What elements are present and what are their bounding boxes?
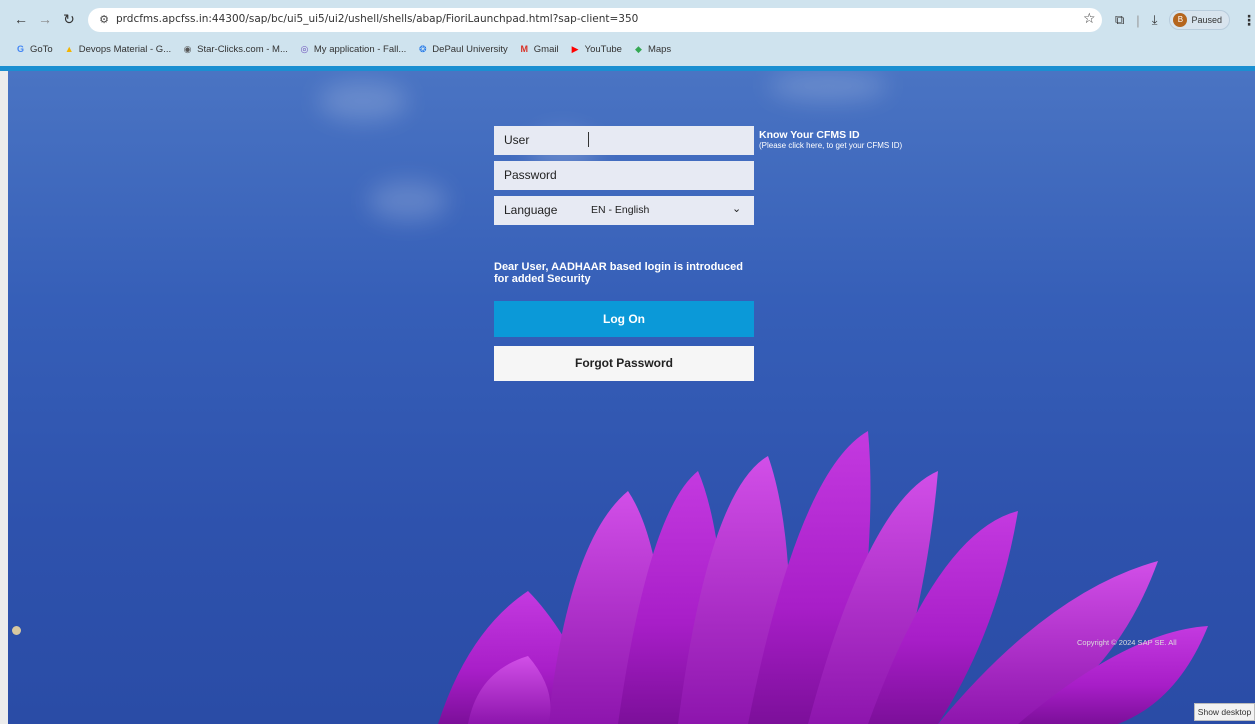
google-icon: G <box>16 43 24 54</box>
back-arrow-icon[interactable]: ← <box>12 10 30 28</box>
browser-chrome: ← → ↻ ⚙ prdcfms.apcfss.in:44300/sap/bc/u… <box>0 0 1255 66</box>
site-settings-icon[interactable]: ⚙ <box>96 12 112 28</box>
toolbar-divider: | <box>1136 12 1140 28</box>
left-gutter <box>0 71 8 724</box>
youtube-icon: ▶ <box>571 43 579 54</box>
bookmark-label: My application - Fall... <box>313 43 407 55</box>
paused-label: Paused <box>1191 15 1222 25</box>
bookmark-item[interactable]: ▶ YouTube <box>570 44 622 55</box>
bookmark-item[interactable]: ◆ Maps <box>633 44 671 55</box>
forward-arrow-icon[interactable]: → <box>36 10 54 28</box>
language-select[interactable]: Language EN - English ⌄ <box>494 196 754 225</box>
profile-paused-button[interactable]: B Paused <box>1169 10 1230 30</box>
url-bar[interactable]: ⚙ prdcfms.apcfss.in:44300/sap/bc/ui5_ui5… <box>88 8 1102 32</box>
password-field[interactable]: Password <box>494 161 754 190</box>
copyright-text: Copyright © 2024 SAP SE. All <box>1077 638 1177 647</box>
aadhaar-notice: Dear User, AADHAAR based login is introd… <box>494 261 743 285</box>
password-label: Password <box>504 168 557 182</box>
show-desktop-button[interactable]: Show desktop <box>1194 703 1255 721</box>
maps-icon: ◆ <box>634 43 642 54</box>
settings-dot-icon[interactable] <box>12 626 21 635</box>
bookmark-label: Star-Clicks.com - M... <box>197 43 288 55</box>
download-icon[interactable]: ⤓ <box>1152 12 1158 28</box>
bookmark-label: DePaul University <box>432 43 508 55</box>
chevron-down-icon[interactable]: ⌄ <box>732 202 741 215</box>
user-label: User <box>504 133 530 147</box>
user-field[interactable]: User <box>494 126 754 155</box>
know-cfms-id-subtitle[interactable]: (Please click here, to get your CFMS ID) <box>759 141 902 150</box>
drive-icon: ▲ <box>64 43 74 54</box>
bookmark-item[interactable]: ▲ Devops Material - G... <box>64 44 171 55</box>
bookmark-label: GoTo <box>30 43 53 55</box>
bookmark-label: Gmail <box>533 43 559 55</box>
language-label: Language <box>504 203 558 217</box>
log-on-button[interactable]: Log On <box>494 301 754 337</box>
app-icon: ◎ <box>300 43 309 54</box>
address-row: ← → ↻ ⚙ prdcfms.apcfss.in:44300/sap/bc/u… <box>0 6 1255 34</box>
text-caret <box>588 132 589 147</box>
profile-avatar: B <box>1173 13 1188 27</box>
star-clicks-icon: ◉ <box>183 43 192 54</box>
bookmark-star-icon[interactable]: ☆ <box>1083 10 1096 27</box>
extensions-icon[interactable]: ⧉ <box>1115 12 1124 28</box>
bookmark-item[interactable]: ❂ DePaul University <box>417 44 508 55</box>
know-cfms-id-link[interactable]: Know Your CFMS ID <box>759 129 860 141</box>
bookmark-item[interactable]: G GoTo <box>15 44 53 55</box>
reload-icon[interactable]: ↻ <box>60 10 78 28</box>
bookmarks-bar: G GoTo ▲ Devops Material - G... ◉ Star-Clicks… <box>0 38 1255 60</box>
bookmark-label: Devops Material - G... <box>78 43 172 55</box>
bookmark-item[interactable]: ◎ My application - Fall... <box>299 44 406 55</box>
bookmark-label: Maps <box>647 43 672 55</box>
bookmark-label: YouTube <box>584 43 622 55</box>
forgot-password-button[interactable]: Forgot Password <box>494 346 754 381</box>
toolbar-icons: ⧉ | ⤓ B Paused ⋮ <box>1115 8 1255 32</box>
gmail-icon: M <box>520 43 529 54</box>
language-value: EN - English <box>591 204 650 216</box>
url-text: prdcfms.apcfss.in:44300/sap/bc/ui5_ui5/u… <box>116 13 639 25</box>
menu-kebab-icon[interactable]: ⋮ <box>1242 12 1255 29</box>
bookmark-item[interactable]: ◉ Star-Clicks.com - M... <box>182 44 288 55</box>
bookmark-item[interactable]: M Gmail <box>519 44 559 55</box>
depaul-icon: ❂ <box>419 43 427 54</box>
flower-petals <box>438 431 1208 724</box>
